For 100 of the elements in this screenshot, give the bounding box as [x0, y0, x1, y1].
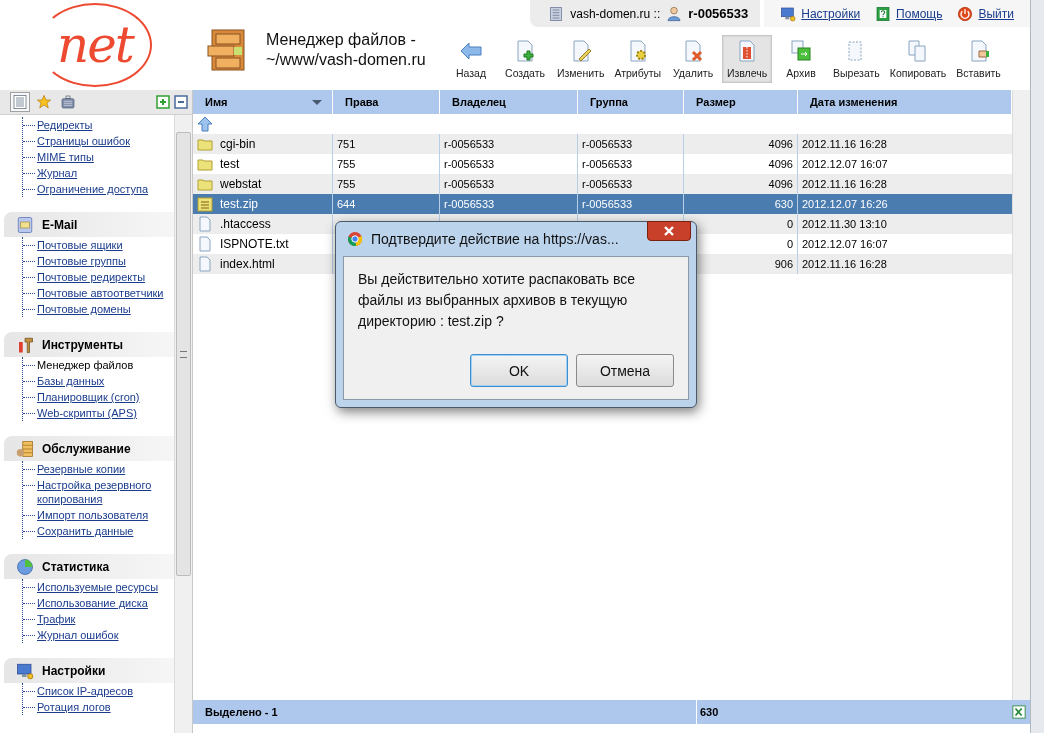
collapse-all-icon[interactable]: [174, 95, 188, 109]
sidebar-link[interactable]: Базы данных: [37, 374, 105, 388]
sidebar-link[interactable]: Используемые ресурсы: [37, 580, 159, 594]
expand-all-icon[interactable]: [156, 95, 170, 109]
table-cell: 2012.11.16 16:28: [802, 138, 887, 150]
file-row[interactable]: webstat 755 r-0056533 r-0056533 4096 2012.11.16 16:28: [193, 174, 1012, 194]
table-cell: 4096: [768, 138, 793, 150]
table-cell: r-0056533: [582, 138, 633, 150]
table-cell: r-0056533: [582, 178, 633, 190]
sidebar-link[interactable]: Настройка резервного копирования: [37, 478, 174, 506]
sidebar-link[interactable]: Список IP-адресов: [37, 684, 134, 698]
sidebar-link[interactable]: Web-скрипты (APS): [37, 406, 137, 420]
sidebar-link[interactable]: Почтовые редиректы: [37, 270, 146, 284]
table-cell: r-0056533: [444, 178, 495, 190]
folder-icon: [197, 156, 213, 172]
power-icon[interactable]: [957, 5, 974, 22]
file-row[interactable]: test.zip 644 r-0056533 r-0056533 630 2012.12.07 16:26: [193, 194, 1012, 214]
sidebar-link[interactable]: Редиректы: [37, 118, 93, 132]
toolbar-button[interactable]: Атрибуты: [611, 35, 665, 83]
table-cell: 2012.12.07 16:07: [802, 158, 888, 170]
page-title: Менеджер файлов - ~/www/vash-domen.ru: [266, 30, 426, 70]
close-button[interactable]: [647, 221, 691, 241]
parent-folder-icon[interactable]: [197, 116, 213, 132]
sidebar-tab[interactable]: [10, 92, 30, 112]
column-header[interactable]: Размер: [684, 90, 798, 114]
user-name: r-0056533: [688, 6, 749, 21]
toolbar-button[interactable]: Вставить: [953, 35, 1004, 83]
sidebar-link[interactable]: MIME типы: [37, 150, 94, 164]
table-cell: 906: [774, 258, 793, 270]
sidebar-link[interactable]: Планировщик (cron): [37, 390, 140, 404]
column-header[interactable]: Владелец: [440, 90, 578, 114]
sidebar-link[interactable]: Страницы ошибок: [37, 134, 131, 148]
sidebar-link[interactable]: Ротация логов: [37, 700, 111, 714]
close-icon: [663, 225, 675, 237]
toolbar-button[interactable]: Вырезать: [830, 35, 883, 83]
box-icon: [16, 439, 34, 458]
document-icon: [197, 216, 213, 232]
section-header[interactable]: Обслуживание: [4, 436, 174, 461]
sidebar-tab[interactable]: [58, 92, 78, 112]
scrollbar[interactable]: [174, 115, 192, 733]
dialog-message: Вы действительно хотите распаковать все файлы из выбранных архивов в текущую директорию : test.zip ?: [358, 270, 637, 331]
domain-label: vash-domen.ru ::: [570, 6, 661, 21]
section-header[interactable]: Настройки: [4, 658, 174, 683]
toolbar-button[interactable]: Удалить: [668, 35, 719, 83]
table-cell: 2012.12.07 16:26: [802, 198, 888, 210]
header-link[interactable]: Настройки: [801, 6, 861, 21]
header-link[interactable]: Выйти: [978, 6, 1014, 21]
help-icon[interactable]: [875, 5, 892, 22]
table-cell: 644: [337, 198, 356, 210]
zip-file-icon: [197, 196, 213, 212]
document-icon: [197, 236, 213, 252]
file-name: index.html: [220, 257, 275, 271]
table-cell: r-0056533: [582, 158, 633, 170]
file-row[interactable]: cgi-bin 751 r-0056533 r-0056533 4096 2012.11.16 16:28: [193, 134, 1012, 154]
list-icon: [12, 94, 28, 110]
pie-chart-icon: [16, 557, 34, 576]
section-header[interactable]: Инструменты: [4, 332, 174, 357]
mail-icon: [16, 215, 34, 234]
toolbar-button[interactable]: Назад: [446, 35, 496, 83]
table-cell: r-0056533: [444, 138, 495, 150]
sidebar-link[interactable]: Резервные копии: [37, 462, 126, 476]
toolbar-button[interactable]: Архив: [776, 35, 827, 83]
sidebar-link[interactable]: Импорт пользователя: [37, 508, 149, 522]
sidebar-link[interactable]: Почтовые группы: [37, 254, 126, 268]
sidebar-link[interactable]: Менеджер файлов: [37, 358, 134, 372]
sidebar-link[interactable]: Сохранить данные: [37, 524, 134, 538]
scrollbar[interactable]: [1012, 90, 1030, 700]
header-link[interactable]: Помощь: [896, 6, 943, 21]
toolbar-button[interactable]: Извлечь: [722, 35, 773, 83]
sidebar-link[interactable]: Трафик: [37, 612, 76, 626]
sidebar-link[interactable]: Почтовые автоответчики: [37, 286, 164, 300]
column-header[interactable]: Имя: [193, 90, 333, 114]
toolbar-button[interactable]: Изменить: [554, 35, 608, 83]
file-name: cgi-bin: [220, 137, 256, 151]
sidebar-link[interactable]: Почтовые ящики: [37, 238, 123, 252]
sidebar-link[interactable]: Почтовые домены: [37, 302, 131, 316]
table-cell: 0: [786, 238, 793, 250]
column-header[interactable]: Группа: [578, 90, 684, 114]
column-header[interactable]: Права: [333, 90, 440, 114]
section-header[interactable]: Статистика: [4, 554, 174, 579]
toolbar-button[interactable]: Создать: [500, 35, 550, 83]
section-header[interactable]: E-Mail: [4, 212, 174, 237]
sidebar-link[interactable]: Использование диска: [37, 596, 148, 610]
sidebar-link[interactable]: Ограничение доступа: [37, 182, 149, 196]
file-name: webstat: [220, 177, 262, 191]
monitor-gear-icon[interactable]: [780, 5, 797, 22]
document-icon: [197, 256, 213, 272]
toolbar-button[interactable]: Копировать: [886, 35, 950, 83]
sidebar-link[interactable]: Журнал: [37, 166, 78, 180]
table-cell: 755: [337, 158, 356, 170]
dialog-button[interactable]: OK: [470, 354, 568, 387]
spreadsheet-icon[interactable]: [1012, 705, 1026, 719]
table-cell: 4096: [768, 158, 793, 170]
dialog-button[interactable]: Отмена: [576, 354, 674, 387]
table-cell: 2012.11.30 13:10: [802, 218, 887, 230]
sidebar-link[interactable]: Журнал ошибок: [37, 628, 119, 642]
table-cell: 630: [774, 198, 793, 210]
file-name: test: [220, 157, 240, 171]
table-cell: r-0056533: [582, 198, 633, 210]
table-cell: 755: [337, 178, 356, 190]
